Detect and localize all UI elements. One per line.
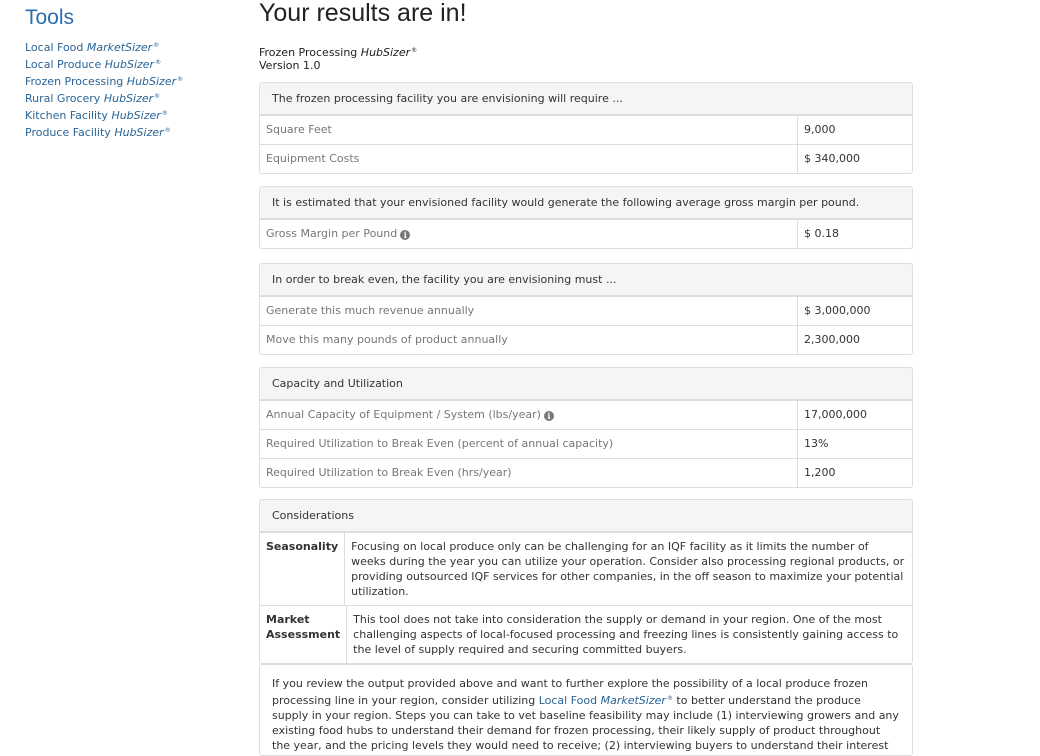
panel-heading: Considerations — [260, 500, 912, 532]
row-value: $ 0.18 — [804, 227, 839, 240]
consideration-term: Seasonality — [260, 533, 346, 605]
tool-link-frozen-processing-hubsizer[interactable]: Frozen Processing HubSizer® — [25, 72, 235, 89]
tool-link-local-food-marketsizer[interactable]: Local Food MarketSizer® — [25, 38, 235, 55]
next-steps-text: If you review the output provided above … — [272, 677, 899, 755]
panel-heading: The frozen processing facility you are e… — [260, 83, 912, 115]
row-label: Annual Capacity of Equipment / System (l… — [260, 401, 798, 429]
consideration-description: This tool does not take into considerati… — [353, 613, 899, 656]
row-label-text: Gross Margin per Pound — [266, 227, 398, 240]
table-row: Gross Margin per Pound i $ 0.18 — [260, 219, 912, 248]
table-row: Required Utilization to Break Even (perc… — [260, 429, 912, 458]
row-label: Square Feet — [260, 116, 798, 144]
consideration-row: Seasonality Focusing on local produce on… — [260, 532, 912, 605]
row-label: Generate this much revenue annually — [260, 297, 798, 325]
row-label: Move this many pounds of product annuall… — [260, 326, 798, 354]
panel-heading: Capacity and Utilization — [260, 368, 912, 400]
tool-link-rural-grocery-hubsizer[interactable]: Rural Grocery HubSizer® — [25, 89, 235, 106]
row-value: 2,300,000 — [804, 333, 860, 346]
tools-list: Local Food MarketSizer® Local Produce Hu… — [25, 38, 235, 140]
tool-link-local-produce-hubsizer[interactable]: Local Produce HubSizer® — [25, 55, 235, 72]
table-row: Square Feet 9,000 — [260, 115, 912, 144]
info-circle-icon[interactable]: i — [543, 411, 554, 421]
panel-heading: In order to break even, the facility you… — [260, 264, 912, 296]
table-row: Equipment Costs $ 340,000 — [260, 144, 912, 173]
info-circle-icon[interactable]: i — [400, 230, 411, 240]
sidebar-title: Tools — [25, 6, 75, 29]
table-row: Move this many pounds of product annuall… — [260, 325, 912, 354]
table-row: Generate this much revenue annually $ 3,… — [260, 296, 912, 325]
row-label: Required Utilization to Break Even (perc… — [260, 430, 798, 458]
row-value: $ 340,000 — [804, 152, 860, 165]
row-label: Gross Margin per Pound i — [260, 220, 798, 248]
row-value: $ 3,000,000 — [804, 304, 871, 317]
row-value: 1,200 — [804, 466, 836, 479]
consideration-row: Market Assessment This tool does not tak… — [260, 605, 912, 663]
row-label: Required Utilization to Break Even (hrs/… — [260, 459, 798, 487]
tool-link-kitchen-facility-hubsizer[interactable]: Kitchen Facility HubSizer® — [25, 106, 235, 123]
row-value: 13% — [804, 437, 829, 450]
break-even-panel: In order to break even, the facility you… — [259, 263, 913, 355]
gross-margin-panel: It is estimated that your envisioned fac… — [259, 186, 913, 249]
row-value: 9,000 — [804, 123, 836, 136]
table-row: Required Utilization to Break Even (hrs/… — [260, 458, 912, 487]
product-name: Frozen Processing HubSizer® — [259, 46, 418, 59]
row-label-text: Annual Capacity of Equipment / System (l… — [266, 408, 541, 421]
next-steps-panel: If you review the output provided above … — [259, 664, 913, 756]
consideration-term: Market Assessment — [260, 606, 348, 663]
table-row: Annual Capacity of Equipment / System (l… — [260, 400, 912, 429]
tool-link-produce-facility-hubsizer[interactable]: Produce Facility HubSizer® — [25, 123, 235, 140]
requirements-panel: The frozen processing facility you are e… — [259, 82, 913, 174]
capacity-panel: Capacity and Utilization Annual Capacity… — [259, 367, 913, 488]
version-label: Version 1.0 — [259, 59, 321, 72]
row-value: 17,000,000 — [804, 408, 867, 421]
considerations-panel: Considerations Seasonality Focusing on l… — [259, 499, 913, 664]
local-food-marketsizer-link[interactable]: Local Food MarketSizer® — [539, 694, 673, 707]
consideration-description: Focusing on local produce only can be ch… — [351, 540, 905, 598]
sidebar: Tools Local Food MarketSizer® Local Prod… — [25, 5, 235, 140]
panel-heading: It is estimated that your envisioned fac… — [260, 187, 912, 219]
page-title: Your results are in! — [259, 0, 467, 27]
row-label: Equipment Costs — [260, 145, 798, 173]
